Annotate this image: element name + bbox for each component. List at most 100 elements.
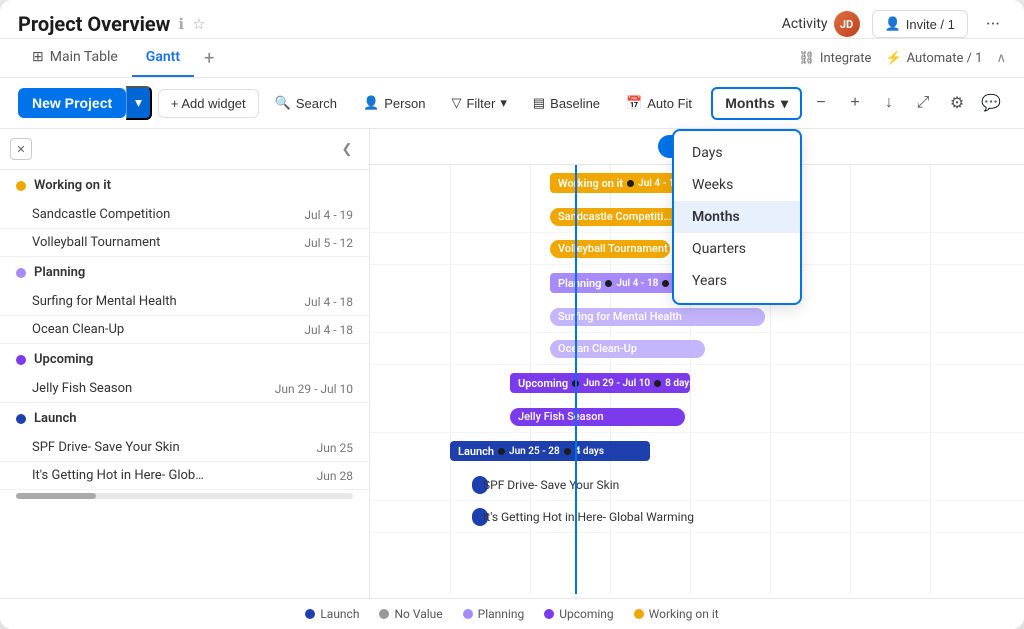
task-dates: Jun 25 <box>317 441 353 455</box>
task-name: Jelly Fish Season <box>32 381 265 396</box>
collapse-icon[interactable]: ∧ <box>996 51 1006 66</box>
today-line <box>575 165 577 594</box>
app-window: Project Overview ℹ ☆ Activity JD 👤 Invit… <box>0 0 1024 629</box>
time-unit-dropdown[interactable]: Months ▾ <box>711 87 802 120</box>
person-label: Person <box>384 96 425 111</box>
settings-button[interactable]: ⚙ <box>942 88 972 118</box>
legend-dot-planning <box>463 609 473 619</box>
task-name: It's Getting Hot in Here- Glob… <box>32 468 307 483</box>
gantt-group-bar-launch: Launch Jun 25 - 28 4 days <box>450 441 650 461</box>
scroll-track[interactable] <box>16 493 353 499</box>
gantt-bar: Volleyball Tournament <box>550 240 670 258</box>
time-dropdown-menu: Days Weeks Months Quarters Years <box>672 129 802 305</box>
filter-icon: ▽ <box>451 95 461 111</box>
scroll-thumb[interactable] <box>16 493 96 499</box>
toolbar-right: Months ▾ Days Weeks Months Quarters Year… <box>711 87 1006 120</box>
legend-dot-upcoming <box>544 609 554 619</box>
tabs-row: ⊞ Main Table Gantt + ⛓ Integrate ⚡ Autom… <box>0 39 1024 78</box>
invite-button[interactable]: 👤 Invite / 1 <box>872 10 968 38</box>
comment-button[interactable]: 💬 <box>976 88 1006 118</box>
legend-item-working: Working on it <box>634 607 719 621</box>
download-button[interactable]: ↓ <box>874 88 904 118</box>
new-project-dropdown-button[interactable]: ▾ <box>126 86 152 120</box>
more-button[interactable]: ··· <box>980 12 1006 37</box>
tab-main-table[interactable]: ⊞ Main Table <box>18 39 132 77</box>
add-widget-button[interactable]: + Add widget <box>158 89 259 118</box>
person-button[interactable]: 👤 Person <box>353 89 435 117</box>
group-label-upcoming: Upcoming <box>34 352 93 367</box>
baseline-label: Baseline <box>550 96 600 111</box>
table-icon: ⊞ <box>32 49 44 65</box>
collapse-arrow-button[interactable]: ❮ <box>335 137 359 161</box>
gantt-bar: Surfing for Mental Health <box>550 308 765 326</box>
group-row-working[interactable]: Working on it <box>0 170 369 201</box>
task-dates: Jul 4 - 18 <box>304 323 353 337</box>
gantt-task-row: Surfing for Mental Health <box>370 301 1024 333</box>
legend-label-working: Working on it <box>649 607 719 621</box>
title-bar: Project Overview ℹ ☆ Activity JD 👤 Invit… <box>0 0 1024 39</box>
automate-button[interactable]: ⚡ Automate / 1 <box>885 51 982 66</box>
task-row: Surfing for Mental Health Jul 4 - 18 <box>0 288 369 316</box>
info-icon[interactable]: ℹ <box>178 15 184 33</box>
task-dates: Jul 4 - 19 <box>304 208 353 222</box>
tab-gantt[interactable]: Gantt <box>132 39 194 77</box>
legend-dot-novalue <box>379 609 389 619</box>
star-icon[interactable]: ☆ <box>192 15 205 33</box>
tabs-right-controls: ⛓ Integrate ⚡ Automate / 1 ∧ <box>798 51 1006 66</box>
search-label: Search <box>296 96 337 111</box>
legend-item-planning: Planning <box>463 607 525 621</box>
task-dates: Jun 29 - Jul 10 <box>275 382 353 396</box>
left-panel: ✕ ❮ Working on it Sandcastle Competition… <box>0 129 370 598</box>
group-row-planning[interactable]: Planning <box>0 257 369 288</box>
filter-button[interactable]: ▽ Filter ▾ <box>441 89 516 117</box>
baseline-icon: ▤ <box>533 95 545 111</box>
gantt-bar-label: It's Getting Hot in Here- Global Warming <box>483 510 694 524</box>
expand-button[interactable]: ⤢ <box>908 88 938 118</box>
left-panel-header: ✕ ❮ <box>0 129 369 170</box>
new-project-label: New Project <box>32 95 112 111</box>
time-option-days[interactable]: Days <box>674 137 800 169</box>
group-row-launch[interactable]: Launch <box>0 403 369 434</box>
time-dropdown-wrap: Months ▾ Days Weeks Months Quarters Year… <box>711 87 802 120</box>
gantt-task-row: SPF Drive- Save Your Skin <box>370 469 1024 501</box>
activity-button[interactable]: Activity JD <box>782 11 860 37</box>
legend-dot-launch <box>305 609 315 619</box>
time-option-weeks[interactable]: Weeks <box>674 169 800 201</box>
title-left: Project Overview ℹ ☆ <box>18 12 206 36</box>
search-icon: 🔍 <box>275 95 291 111</box>
new-project-button[interactable]: New Project <box>18 88 126 118</box>
tab-gantt-label: Gantt <box>146 49 180 65</box>
task-row: Sandcastle Competition Jul 4 - 19 <box>0 201 369 229</box>
footer-legend: Launch No Value Planning Upcoming Workin… <box>0 598 1024 629</box>
task-dates: Jul 4 - 18 <box>304 295 353 309</box>
task-row: Jelly Fish Season Jun 29 - Jul 10 <box>0 375 369 403</box>
search-button[interactable]: 🔍 Search <box>265 89 347 117</box>
group-label-working: Working on it <box>34 178 111 193</box>
task-name: Volleyball Tournament <box>32 235 294 250</box>
activity-label: Activity <box>782 16 828 32</box>
group-dot-launch <box>16 414 26 424</box>
gantt-bar: Ocean Clean-Up <box>550 340 705 358</box>
time-option-months[interactable]: Months <box>674 201 800 233</box>
auto-fit-button[interactable]: 📅 Auto Fit <box>616 89 702 117</box>
time-option-quarters[interactable]: Quarters <box>674 233 800 265</box>
add-tab-button[interactable]: + <box>194 40 224 77</box>
time-option-years[interactable]: Years <box>674 265 800 297</box>
calendar-icon: 📅 <box>626 95 642 111</box>
task-name: Ocean Clean-Up <box>32 322 294 337</box>
gantt-task-row: It's Getting Hot in Here- Global Warming <box>370 501 1024 533</box>
group-row-upcoming[interactable]: Upcoming <box>0 344 369 375</box>
gantt-group-bar-upcoming: Upcoming Jun 29 - Jul 10 8 days <box>510 373 690 393</box>
plus-button[interactable]: + <box>840 88 870 118</box>
legend-label-planning: Planning <box>478 607 525 621</box>
baseline-button[interactable]: ▤ Baseline <box>523 89 610 117</box>
collapse-x-button[interactable]: ✕ <box>10 138 32 160</box>
integrate-button[interactable]: ⛓ Integrate <box>798 51 871 66</box>
gantt-bar-label: SPF Drive- Save Your Skin <box>483 478 619 492</box>
task-row: Ocean Clean-Up Jul 4 - 18 <box>0 316 369 344</box>
minus-button[interactable]: − <box>806 88 836 118</box>
scroll-bar-wrap <box>0 490 369 504</box>
group-label-launch: Launch <box>34 411 77 426</box>
tab-main-table-label: Main Table <box>50 49 118 65</box>
task-row: SPF Drive- Save Your Skin Jun 25 <box>0 434 369 462</box>
